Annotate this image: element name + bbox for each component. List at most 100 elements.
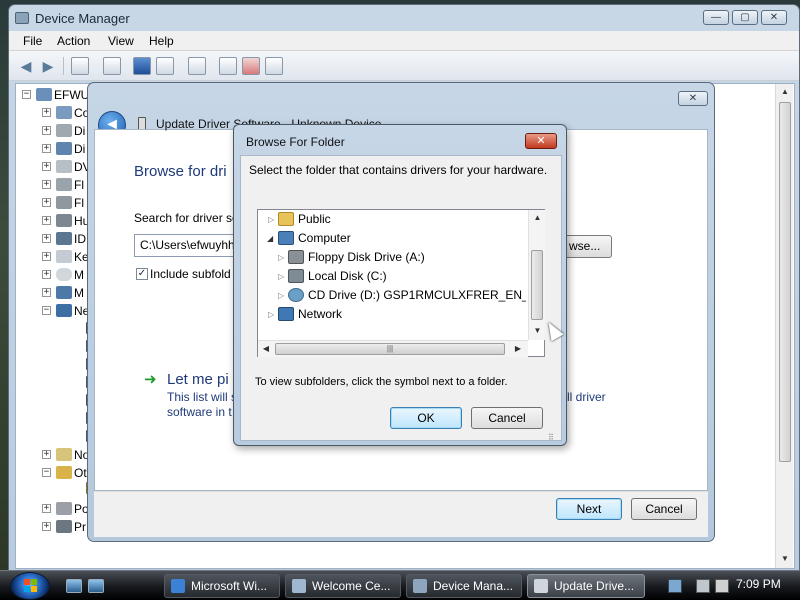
internet-explorer-icon	[171, 579, 185, 593]
close-button[interactable]: ✕	[525, 133, 557, 149]
tree-expander[interactable]: +	[42, 126, 51, 135]
tree-expander[interactable]: +	[42, 162, 51, 171]
disable-device-icon[interactable]	[265, 57, 283, 75]
tree-expander[interactable]: +	[42, 504, 51, 513]
let-me-pick-link[interactable]: Let me pi	[167, 371, 229, 388]
include-subfolders-label: Include subfold	[150, 267, 231, 281]
folder-item-computer[interactable]: ◢ Computer	[258, 229, 526, 248]
scrollbar-thumb[interactable]	[531, 250, 543, 320]
menu-action[interactable]: Action	[57, 34, 90, 48]
folder-item-cd-drive[interactable]: ▷ CD Drive (D:) GSP1RMCULXFRER_EN_DVD	[258, 286, 526, 305]
taskbar-button-microsoft-windows[interactable]: Microsoft Wi...	[164, 574, 280, 598]
tree-expander[interactable]: −	[42, 306, 51, 315]
list-view-icon[interactable]	[103, 57, 121, 75]
device-tree-scrollbar[interactable]: ▲ ▼	[775, 84, 793, 568]
tree-expander[interactable]: +	[42, 180, 51, 189]
computer-category-icon	[56, 106, 72, 119]
tree-expander[interactable]: −	[22, 90, 31, 99]
title-bar[interactable]: Device Manager — ▢ ✕	[9, 5, 799, 31]
computer-icon	[36, 88, 52, 101]
menu-file[interactable]: File	[23, 34, 42, 48]
folder-tree-vertical-scrollbar[interactable]: ▲ ▼	[528, 210, 545, 340]
scroll-left-icon[interactable]: ◀	[258, 344, 274, 353]
volume-muted-icon[interactable]	[715, 579, 729, 593]
expand-arrow-icon[interactable]: ▷	[278, 272, 284, 281]
system-clock[interactable]: 7:09 PM	[736, 577, 781, 591]
expand-arrow-icon[interactable]: ▷	[268, 215, 274, 224]
hint-text: To view subfolders, click the symbol nex…	[255, 376, 508, 388]
expand-arrow-icon[interactable]: ▷	[278, 291, 284, 300]
tree-expander[interactable]: +	[42, 234, 51, 243]
language-bar-icon[interactable]	[668, 579, 682, 593]
tree-expander[interactable]: +	[42, 270, 51, 279]
folder-tree-horizontal-scrollbar[interactable]: ◀ ||| ▶	[258, 340, 528, 357]
tree-expander[interactable]: +	[42, 450, 51, 459]
tree-expander[interactable]: +	[42, 216, 51, 225]
show-hide-icon[interactable]	[156, 57, 174, 75]
network-status-icon[interactable]	[696, 579, 710, 593]
close-button[interactable]: ✕	[678, 91, 708, 106]
windows-logo-icon	[24, 579, 38, 593]
maximize-button[interactable]: ▢	[732, 10, 758, 25]
taskbar-button-device-manager[interactable]: Device Mana...	[406, 574, 522, 598]
scroll-up-icon[interactable]: ▲	[776, 87, 794, 96]
cancel-button[interactable]: Cancel	[631, 498, 697, 520]
update-driver-toolbar-icon[interactable]	[219, 57, 237, 75]
let-me-pick-description-line2: software in t	[167, 405, 232, 419]
show-desktop-icon[interactable]	[66, 579, 82, 593]
menu-help[interactable]: Help	[149, 34, 174, 48]
resize-grip-icon[interactable]: ⠿	[548, 433, 554, 442]
folder-item-network[interactable]: ▷ Network	[258, 305, 526, 324]
taskbar-button-welcome-center[interactable]: Welcome Ce...	[285, 574, 401, 598]
tree-expander[interactable]: +	[42, 288, 51, 297]
hard-disk-icon	[288, 269, 304, 283]
scan-hardware-icon[interactable]	[188, 57, 206, 75]
switch-windows-icon[interactable]	[88, 579, 104, 593]
help-icon[interactable]	[133, 57, 151, 75]
scroll-right-icon[interactable]: ▶	[510, 344, 526, 353]
folder-item-local-disk[interactable]: ▷ Local Disk (C:)	[258, 267, 526, 286]
forward-arrow-icon[interactable]: ▶	[39, 58, 57, 74]
menu-view[interactable]: View	[108, 34, 134, 48]
scrollbar-thumb[interactable]: |||	[275, 343, 505, 355]
let-me-pick-description: This list will s	[167, 390, 238, 404]
start-button[interactable]	[10, 572, 50, 600]
properties-view-icon[interactable]	[71, 57, 89, 75]
collapse-arrow-icon[interactable]: ◢	[267, 234, 273, 243]
tree-label: Pr	[74, 520, 86, 534]
ok-button[interactable]: OK	[390, 407, 462, 429]
monitor-icon	[56, 286, 72, 299]
tree-expander[interactable]: +	[42, 252, 51, 261]
expand-arrow-icon[interactable]: ▷	[278, 253, 284, 262]
back-arrow-icon[interactable]: ◀	[17, 58, 35, 74]
close-button[interactable]: ✕	[761, 10, 787, 25]
window-title: Device Manager	[35, 11, 130, 26]
expand-arrow-icon[interactable]: ▷	[268, 310, 274, 319]
tree-label: Ot	[74, 466, 87, 480]
tree-label: Fl	[74, 196, 84, 210]
taskbar-button-update-driver[interactable]: Update Drive...	[527, 574, 645, 598]
let-me-pick-description-tail: ll driver	[567, 390, 606, 404]
cancel-button[interactable]: Cancel	[471, 407, 543, 429]
folder-item-floppy[interactable]: ▷ Floppy Disk Drive (A:)	[258, 248, 526, 267]
folder-label: Floppy Disk Drive (A:)	[308, 250, 425, 264]
tree-expander[interactable]: +	[42, 522, 51, 531]
tree-expander[interactable]: +	[42, 144, 51, 153]
search-label: Search for driver so	[134, 211, 239, 225]
minimize-button[interactable]: —	[703, 10, 729, 25]
tree-expander[interactable]: +	[42, 198, 51, 207]
uninstall-icon[interactable]	[242, 57, 260, 75]
task-label: Welcome Ce...	[312, 579, 391, 593]
next-button[interactable]: Next	[556, 498, 622, 520]
toolbar-separator	[63, 57, 64, 75]
tree-expander[interactable]: +	[42, 108, 51, 117]
tree-label: EFWU	[54, 88, 90, 102]
tree-expander[interactable]: −	[42, 468, 51, 477]
driver-path-input[interactable]: C:\Users\efwuyhh	[134, 234, 244, 257]
scrollbar-thumb[interactable]	[779, 102, 791, 462]
folder-item-public[interactable]: ▷ Public	[258, 210, 526, 229]
scroll-down-icon[interactable]: ▼	[776, 554, 794, 563]
include-subfolders-checkbox[interactable]: ✓	[136, 268, 148, 280]
scroll-up-icon[interactable]: ▲	[529, 213, 546, 222]
green-arrow-icon: ➜	[144, 371, 157, 388]
